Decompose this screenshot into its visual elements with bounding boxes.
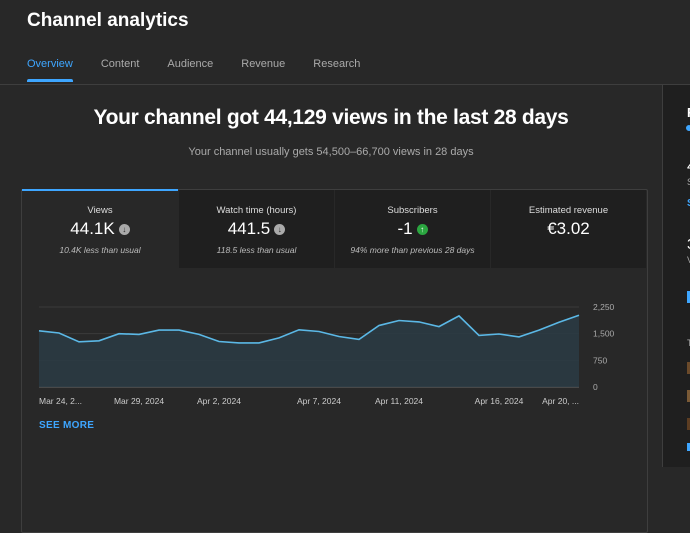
metric-note: 10.4K less than usual [59, 245, 141, 255]
metric-tabs: Views 44.1K ↓ 10.4K less than usual Watc… [22, 189, 647, 268]
data-point[interactable] [437, 325, 441, 329]
data-point[interactable] [397, 319, 401, 323]
metric-note: 118.5 less than usual [216, 245, 297, 255]
x-tick-label: Apr 16, 2024 [475, 396, 524, 406]
y-tick-label: 1,500 [593, 329, 615, 339]
data-point[interactable] [237, 341, 241, 345]
metric-tab-views[interactable]: Views 44.1K ↓ 10.4K less than usual [22, 189, 178, 268]
data-point[interactable] [257, 341, 261, 345]
data-point[interactable] [297, 328, 301, 332]
data-point[interactable] [37, 329, 41, 333]
y-tick-label: 0 [593, 382, 598, 392]
data-point[interactable] [57, 331, 61, 335]
data-point[interactable] [317, 330, 321, 334]
metric-label: Subscribers [387, 205, 438, 216]
data-point[interactable] [497, 332, 501, 336]
metric-label: Estimated revenue [528, 205, 609, 216]
views-chart[interactable]: 2,250 1,500 750 0 Mar 24, 2... Mar 29, 2024 Ap… [22, 290, 647, 420]
overview-subline: Your channel usually gets 54,500–66,700 … [188, 146, 474, 158]
arrow-up-icon: ↑ [416, 223, 428, 235]
area-fill [39, 315, 579, 387]
data-point[interactable] [377, 324, 381, 328]
data-point[interactable] [337, 335, 341, 339]
x-tick-label: Apr 20, ... [542, 396, 579, 406]
tab-revenue[interactable]: Revenue [241, 58, 285, 82]
right-side-panel: R 4 S S 3 V T [662, 85, 690, 467]
data-point[interactable] [457, 314, 461, 318]
arrow-down-icon: ↓ [274, 223, 286, 235]
see-more-link[interactable]: SEE MORE [39, 420, 94, 431]
metric-label: Views [87, 205, 113, 216]
data-point[interactable] [537, 328, 541, 332]
data-point[interactable] [197, 332, 201, 336]
data-point[interactable] [277, 336, 281, 340]
data-point[interactable] [97, 339, 101, 343]
overview-panel: Your channel got 44,129 views in the las… [0, 85, 662, 533]
metric-tab-estimated-revenue[interactable]: Estimated revenue €3.02 [490, 190, 646, 268]
right-panel-fragments: R 4 S S 3 V T [686, 105, 690, 451]
page-title: Channel analytics [27, 10, 189, 31]
metric-tab-watch-time[interactable]: Watch time (hours) 441.5 ↓ 118.5 less th… [178, 190, 334, 268]
tab-content[interactable]: Content [101, 58, 140, 82]
tab-overview[interactable]: Overview [27, 58, 73, 82]
data-point[interactable] [217, 340, 221, 344]
metric-value-row: -1 ↑ [335, 219, 490, 239]
data-point[interactable] [577, 313, 581, 317]
metric-value-row: 441.5 ↓ [179, 219, 334, 239]
metric-value: 441.5 [227, 219, 271, 238]
tab-audience[interactable]: Audience [167, 58, 213, 82]
tab-bar: Overview Content Audience Revenue Resear… [27, 58, 388, 82]
overview-headline: Your channel got 44,129 views in the las… [93, 106, 569, 129]
metric-tab-subscribers[interactable]: Subscribers -1 ↑ 94% more than previous … [334, 190, 490, 268]
data-point[interactable] [477, 333, 481, 337]
metric-value: 44.1K [70, 219, 115, 238]
data-point[interactable] [417, 320, 421, 324]
data-point[interactable] [357, 337, 361, 341]
data-point[interactable] [557, 320, 561, 324]
arrow-down-icon: ↓ [118, 223, 130, 235]
metric-value-row: 44.1K ↓ [22, 219, 178, 239]
metric-label: Watch time (hours) [216, 205, 297, 216]
metric-value-row: €3.02 [491, 219, 646, 239]
x-tick-label: Apr 2, 2024 [197, 396, 241, 406]
data-point[interactable] [77, 340, 81, 344]
x-tick-label: Mar 24, 2... [39, 396, 82, 406]
y-tick-label: 2,250 [593, 302, 615, 312]
live-dot-icon [686, 125, 690, 131]
header: Channel analytics Overview Content Audie… [0, 0, 690, 85]
data-point[interactable] [177, 328, 181, 332]
data-point[interactable] [517, 335, 521, 339]
data-point[interactable] [137, 332, 141, 336]
metrics-card: Views 44.1K ↓ 10.4K less than usual Watc… [21, 189, 648, 533]
data-point[interactable] [117, 332, 121, 336]
metric-value: €3.02 [547, 219, 590, 238]
y-tick-label: 750 [593, 355, 607, 365]
metric-value: -1 [397, 219, 413, 238]
x-tick-label: Apr 11, 2024 [375, 396, 423, 406]
tab-research[interactable]: Research [313, 58, 360, 82]
x-tick-label: Apr 7, 2024 [297, 396, 341, 406]
data-point[interactable] [157, 328, 161, 332]
x-tick-label: Mar 29, 2024 [114, 396, 164, 406]
metric-note: 94% more than previous 28 days [350, 245, 475, 255]
